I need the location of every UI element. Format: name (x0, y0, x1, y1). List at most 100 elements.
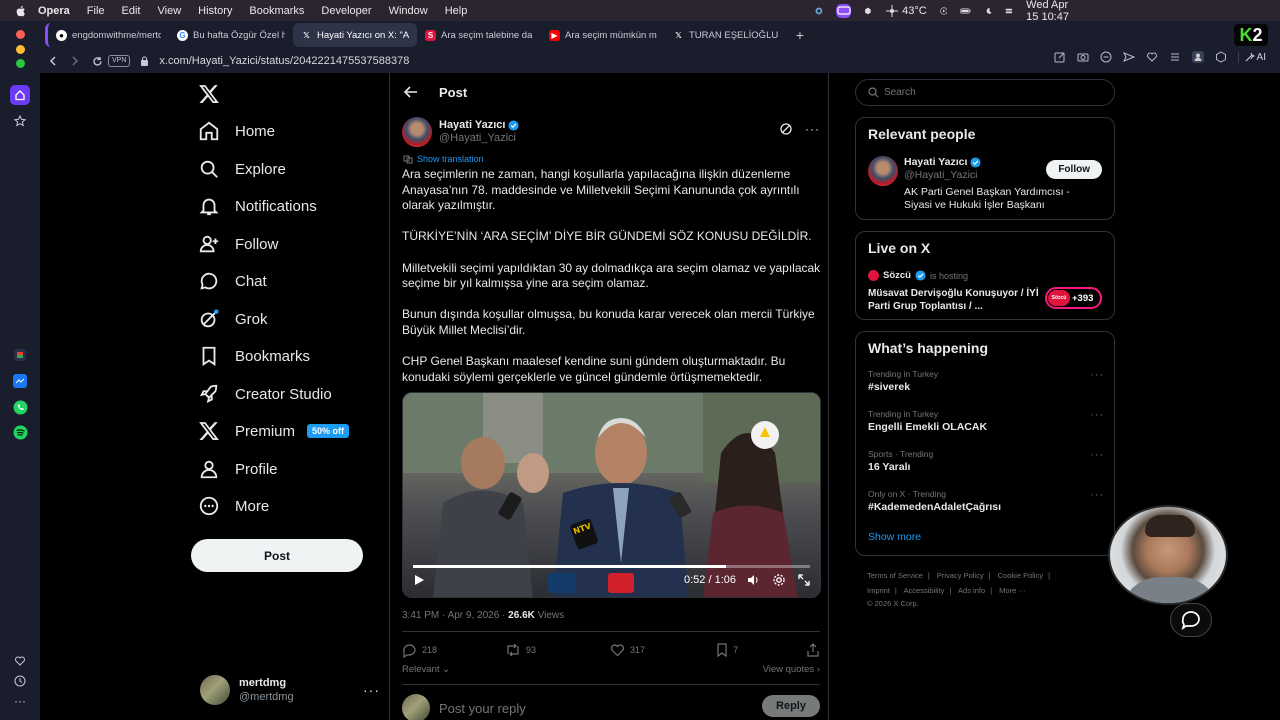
nav-more[interactable]: More (198, 491, 269, 521)
tab-github[interactable]: ● engdomwithme/mertdmg (45, 23, 169, 47)
tab-google[interactable]: G Bu hafta Özgür Özel her (169, 23, 293, 47)
shield-app-icon[interactable] (864, 4, 872, 18)
trend-more-icon[interactable]: ··· (1090, 409, 1104, 421)
author-name[interactable]: Hayati Yazıcı (439, 119, 505, 132)
tab-sozcu[interactable]: S Ara seçim talebine dair (417, 23, 541, 47)
footer-link[interactable]: Terms of Service (867, 571, 923, 580)
nav-premium[interactable]: Premium 50% off (198, 416, 350, 446)
sidebar-more-button[interactable]: ··· (10, 691, 30, 711)
repost-action[interactable]: 93 (505, 643, 536, 657)
tab-youtube[interactable]: ▶ Ara seçim mümkün mü? (541, 23, 665, 47)
bookmark-action[interactable]: 7 (716, 643, 738, 657)
menu-app-name[interactable]: Opera (38, 5, 70, 17)
finder-icon[interactable] (815, 4, 823, 18)
camera-icon[interactable] (1077, 51, 1089, 63)
moon-icon[interactable] (985, 4, 993, 18)
nav-creator-studio[interactable]: Creator Studio (198, 379, 332, 409)
relevant-dropdown[interactable]: Relevant ⌄ (402, 664, 450, 675)
home-sidebar-button[interactable] (10, 85, 30, 105)
new-tab-button[interactable]: + (789, 24, 811, 46)
whatsapp-sidebar-button[interactable] (10, 397, 30, 417)
like-action[interactable]: 317 (610, 643, 645, 657)
minimize-window-button[interactable] (16, 45, 25, 54)
volume-icon[interactable] (746, 573, 760, 587)
menu-lines-icon[interactable] (1169, 51, 1181, 63)
ai-button[interactable]: AI (1237, 51, 1266, 63)
trend-item[interactable]: Trending in Turkey Engelli Emekli OLACAK… (868, 409, 1104, 433)
reply-input[interactable]: Post your reply (439, 701, 526, 716)
battery-icon[interactable] (960, 4, 972, 18)
footer-link[interactable]: Accessibility (904, 586, 945, 595)
lock-icon[interactable] (140, 56, 149, 66)
menu-history[interactable]: History (198, 5, 232, 17)
live-stream-title[interactable]: Müsavat Dervişoğlu Konuşuyor / İYİ Parti… (868, 287, 1043, 313)
menu-developer[interactable]: Developer (321, 5, 371, 17)
trend-more-icon[interactable]: ··· (1090, 449, 1104, 461)
back-button[interactable] (42, 50, 64, 72)
profile-icon[interactable] (1191, 51, 1204, 63)
tab-x-post[interactable]: 𝕏 Hayati Yazıcı on X: "Ara (293, 23, 417, 47)
history-sidebar-button[interactable] (10, 671, 30, 691)
favorites-sidebar-button[interactable] (10, 651, 30, 671)
fullscreen-icon[interactable] (798, 574, 810, 586)
share-action[interactable] (806, 643, 820, 657)
author-handle[interactable]: @Hayati_Yazici (439, 132, 519, 145)
control-center-icon[interactable] (1005, 4, 1013, 18)
author-name-block[interactable]: Hayati Yazıcı @Hayati_Yazici (439, 119, 519, 145)
view-quotes-link[interactable]: View quotes › (763, 664, 820, 675)
account-switcher[interactable]: mertdmg @mertdmg ··· (200, 673, 380, 707)
show-more-link[interactable]: Show more (868, 531, 921, 543)
post-timestamp[interactable]: 3:41 PM · Apr 9, 2026 · (402, 610, 508, 621)
nav-profile[interactable]: Profile (198, 454, 278, 484)
nav-chat[interactable]: Chat (198, 266, 267, 296)
trend-item[interactable]: Sports · Trending 16 Yaralı ··· (868, 449, 1104, 473)
url-text[interactable]: x.com/Hayati_Yazici/status/2042221475537… (159, 55, 409, 67)
live-source[interactable]: Sözcü (883, 270, 911, 281)
heart-icon[interactable] (1146, 51, 1158, 63)
post-button[interactable]: Post (191, 539, 363, 572)
footer-link[interactable]: More ··· (999, 586, 1026, 595)
nav-explore[interactable]: Explore (198, 154, 286, 184)
video-progress-bar[interactable] (413, 565, 810, 568)
video-player[interactable]: NTV 0:52 / 1:06 (402, 392, 821, 598)
search-input[interactable]: Search (855, 79, 1115, 106)
edit-icon[interactable] (1054, 51, 1066, 63)
nav-grok[interactable]: Grok (198, 304, 268, 334)
apple-icon[interactable] (14, 4, 28, 18)
vpn-badge[interactable]: VPN (108, 55, 131, 67)
menu-help[interactable]: Help (445, 5, 468, 17)
close-window-button[interactable] (16, 30, 25, 39)
forward-button[interactable] (64, 50, 86, 72)
live-listeners-badge[interactable]: Sözcü +393 (1045, 287, 1102, 309)
trend-item[interactable]: Only on X · Trending #KademedenAdaletÇağ… (868, 489, 1104, 513)
menu-edit[interactable]: Edit (122, 5, 141, 17)
play-circle-icon[interactable] (939, 4, 948, 18)
messages-button[interactable] (1170, 603, 1212, 637)
x-logo-icon[interactable] (198, 83, 220, 105)
footer-link[interactable]: Ads info (958, 586, 985, 595)
post-more-icon[interactable]: ··· (805, 122, 820, 136)
trend-item[interactable]: Trending in Turkey #siverek ··· (868, 369, 1104, 393)
nav-bookmarks[interactable]: Bookmarks (198, 341, 310, 371)
nav-follow[interactable]: Follow (198, 229, 278, 259)
menu-file[interactable]: File (87, 5, 105, 17)
reload-button[interactable] (86, 50, 108, 72)
screen-record-icon[interactable] (835, 3, 852, 18)
clock-label[interactable]: Wed Apr 15 10:47 (1026, 0, 1075, 23)
nav-notifications[interactable]: Notifications (198, 191, 317, 221)
spotify-sidebar-button[interactable] (10, 422, 30, 442)
google-sidebar-button[interactable] (10, 345, 30, 365)
footer-link[interactable]: Imprint (867, 586, 890, 595)
flow-sidebar-button[interactable] (10, 111, 30, 131)
temperature-widget[interactable]: 43°C (885, 4, 927, 18)
account-more-icon[interactable]: ··· (363, 682, 380, 698)
grok-explain-icon[interactable] (779, 122, 793, 136)
show-translation-link[interactable]: Show translation (403, 154, 484, 164)
menu-view[interactable]: View (158, 5, 182, 17)
menu-window[interactable]: Window (389, 5, 428, 17)
settings-gear-icon[interactable] (772, 573, 786, 587)
reply-action[interactable]: 218 (402, 643, 437, 658)
trend-more-icon[interactable]: ··· (1090, 489, 1104, 501)
url-field[interactable]: VPN x.com/Hayati_Yazici/status/204222147… (108, 51, 1208, 71)
zoom-window-button[interactable] (16, 59, 25, 68)
